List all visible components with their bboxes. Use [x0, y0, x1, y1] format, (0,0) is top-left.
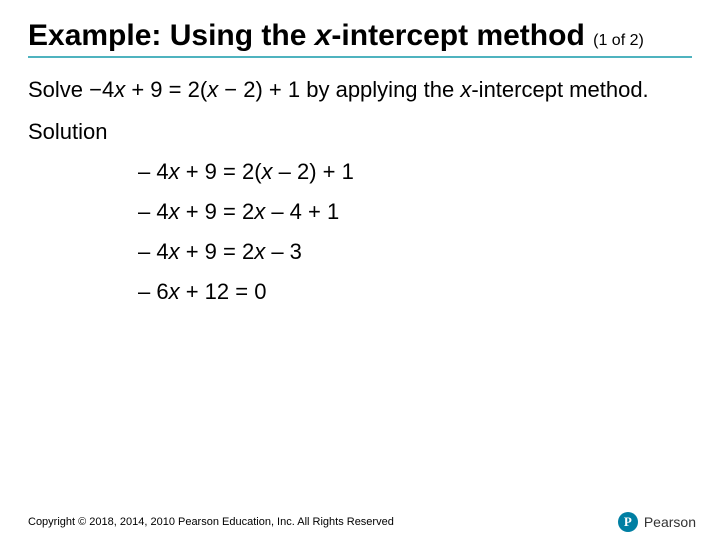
title-prefix: Example: Using the [28, 19, 315, 52]
eq-post: – 4 + 1 [265, 199, 339, 224]
eq-var: x [169, 159, 180, 184]
slide-title: Example: Using the x-intercept method (1… [28, 18, 692, 54]
title-page: (1 of 2) [593, 32, 644, 49]
eq-pre: – 4 [138, 159, 169, 184]
eq-pre: – 4 [138, 239, 169, 264]
title-underline [28, 56, 692, 58]
problem-prefix: Solve −4 [28, 77, 114, 102]
problem-mid2: − 2) + 1 by applying the [218, 77, 460, 102]
eq-mid: + 12 = 0 [180, 279, 267, 304]
eq-pre: – 4 [138, 199, 169, 224]
problem-suffix: -intercept method. [471, 77, 648, 102]
eq-var: x [169, 279, 180, 304]
eq-pre: – 6 [138, 279, 169, 304]
problem-mid1: + 9 = 2( [125, 77, 207, 102]
pearson-logo: P Pearson [618, 512, 696, 532]
eq-mid: + 9 = 2( [180, 159, 262, 184]
eq-mid: + 9 = 2 [180, 199, 255, 224]
slide: Example: Using the x-intercept method (1… [0, 0, 720, 540]
equation-row: – 4x + 9 = 2x – 3 [138, 239, 692, 265]
eq-post: – 2) + 1 [273, 159, 354, 184]
problem-var2: x [207, 77, 218, 102]
eq-post: – 3 [265, 239, 302, 264]
problem-text: Solve −4x + 9 = 2(x − 2) + 1 by applying… [28, 76, 692, 105]
logo-letter: P [624, 514, 632, 530]
problem-var1: x [114, 77, 125, 102]
problem-var3: x [460, 77, 471, 102]
title-suffix: -intercept method [331, 19, 584, 52]
solution-label: Solution [28, 119, 692, 145]
copyright-text: Copyright © 2018, 2014, 2010 Pearson Edu… [28, 516, 394, 528]
equation-row: – 4x + 9 = 2x – 4 + 1 [138, 199, 692, 225]
eq-var2: x [254, 199, 265, 224]
equation-row: – 4x + 9 = 2(x – 2) + 1 [138, 159, 692, 185]
equation-block: – 4x + 9 = 2(x – 2) + 1 – 4x + 9 = 2x – … [138, 159, 692, 305]
logo-circle-icon: P [618, 512, 638, 532]
logo-brand: Pearson [644, 514, 696, 530]
eq-var: x [169, 199, 180, 224]
eq-var: x [169, 239, 180, 264]
eq-var2: x [262, 159, 273, 184]
title-var: x [315, 19, 332, 52]
equation-row: – 6x + 12 = 0 [138, 279, 692, 305]
eq-var2: x [254, 239, 265, 264]
eq-mid: + 9 = 2 [180, 239, 255, 264]
